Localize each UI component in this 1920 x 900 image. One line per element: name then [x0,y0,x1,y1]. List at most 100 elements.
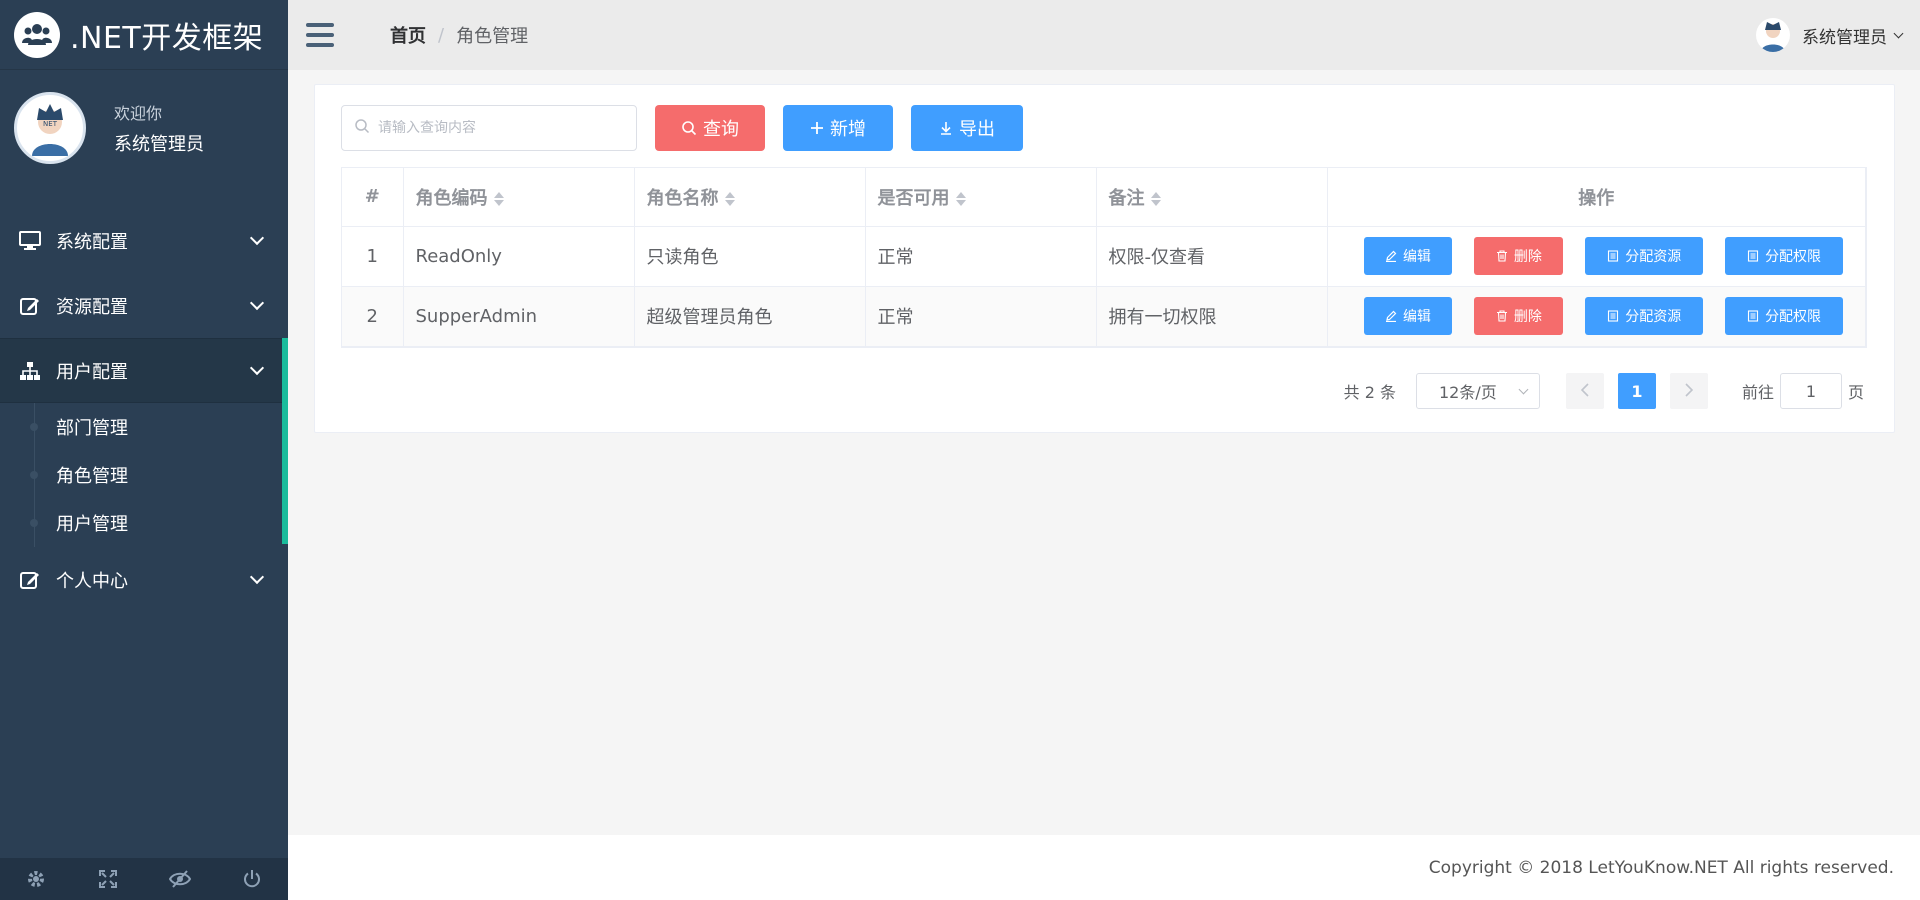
chevron-right-icon [1684,381,1694,402]
avatar [1756,18,1790,52]
search-icon [354,118,370,138]
fullscreen-icon[interactable] [96,867,120,891]
welcome-text: 欢迎你 [114,104,163,123]
cell-actions: 编辑 删除 分配资源 分配权限 [1327,286,1866,347]
breadcrumb: 首页 / 角色管理 [390,22,528,48]
column-header-remark[interactable]: 备注 [1096,168,1328,227]
user-name: 系统管理员 [114,134,204,155]
column-header-index: # [342,168,404,227]
cell-actions: 编辑 删除 分配资源 分配权限 [1327,226,1866,287]
active-indicator [282,338,288,544]
query-button-label: 查询 [703,119,739,139]
brand: .NET开发框架 [0,0,288,70]
assign-permission-button[interactable]: 分配权限 [1725,297,1843,335]
table-header-row: # 角色编码 角色名称 是否可用 备注 操作 [342,168,1866,227]
svg-text:NET: NET [43,120,58,128]
header-user-menu[interactable]: 系统管理员 [1756,18,1904,52]
page-size-value: 12条/页 [1438,383,1497,402]
sidebar-item-user-config[interactable]: 用户配置 [0,338,288,403]
edit-button[interactable]: 编辑 [1363,297,1453,335]
search-box [341,105,637,151]
eye-slash-icon[interactable] [168,867,192,891]
chevron-down-icon [249,230,265,245]
sidebar-item-role-management[interactable]: 角色管理 [30,451,288,499]
plus-icon [810,121,824,135]
next-page-button[interactable] [1669,373,1708,409]
toolbar: 查询 新增 导出 [341,105,1023,151]
sidebar-item-user-management[interactable]: 用户管理 [30,499,288,547]
pencil-icon [1385,310,1397,322]
sidebar-item-label: 个人中心 [56,570,128,592]
sitemap-icon [18,360,42,382]
page-number-current[interactable]: 1 [1617,373,1656,409]
cell-remark: 拥有一切权限 [1096,286,1328,347]
list-icon [1607,250,1619,262]
edit-button[interactable]: 编辑 [1363,237,1453,275]
export-button[interactable]: 导出 [911,105,1023,151]
header-user-name: 系统管理员 [1802,27,1887,48]
chevron-down-icon [1518,384,1529,394]
pagination-total: 共 2 条 [1343,383,1396,402]
sidebar-item-label: 资源配置 [56,296,128,318]
add-button[interactable]: 新增 [783,105,893,151]
search-icon [681,120,697,136]
sidebar-footer [0,858,288,900]
goto-page: 前往 页 [1742,373,1864,409]
page-size-select[interactable]: 12条/页 [1415,373,1540,409]
chevron-left-icon [1580,381,1590,402]
sidebar-menu: 系统配置 资源配置 用户配置 部门管理 角色管理 用户管理 个人中心 [0,208,288,612]
chevron-down-icon [249,569,265,584]
column-header-enabled[interactable]: 是否可用 [865,168,1097,227]
trash-icon [1496,250,1508,262]
list-icon [1607,310,1619,322]
cell-remark: 权限-仅查看 [1096,226,1328,287]
table-row: 2 SupperAdmin 超级管理员角色 正常 拥有一切权限 编辑 删除 分配… [342,286,1866,347]
cell-status: 正常 [865,226,1097,287]
sidebar-item-label: 用户配置 [56,361,128,383]
column-header-role-code[interactable]: 角色编码 [403,168,635,227]
avatar: NET [14,92,86,164]
trash-icon [1496,310,1508,322]
prev-page-button[interactable] [1565,373,1604,409]
roles-table: # 角色编码 角色名称 是否可用 备注 操作 1 ReadOnly 只读角色 正… [341,167,1867,348]
assign-resource-button[interactable]: 分配资源 [1585,237,1704,275]
sort-icon[interactable] [1150,191,1161,207]
sidebar-item-system-config[interactable]: 系统配置 [0,208,288,273]
power-icon[interactable] [240,867,264,891]
sidebar-item-resource-config[interactable]: 资源配置 [0,273,288,338]
chevron-down-icon [249,295,265,310]
breadcrumb-home[interactable]: 首页 [390,22,426,48]
column-header-role-name[interactable]: 角色名称 [634,168,866,227]
delete-button[interactable]: 删除 [1474,297,1564,335]
user-panel: NET 欢迎你 系统管理员 [0,70,288,186]
cell-index: 2 [342,286,404,347]
pencil-icon [1385,250,1397,262]
menu-toggle-icon[interactable] [306,23,334,47]
edit-icon [18,295,42,317]
cell-role-code: ReadOnly [403,226,635,287]
assign-permission-button[interactable]: 分配权限 [1725,237,1843,275]
cell-index: 1 [342,226,404,287]
assign-resource-button[interactable]: 分配资源 [1585,297,1704,335]
cell-role-name: 只读角色 [634,226,866,287]
gear-icon[interactable] [24,867,48,891]
top-header: 首页 / 角色管理 系统管理员 [288,0,1920,70]
list-icon [1747,310,1759,322]
search-input[interactable] [378,120,618,136]
sidebar-item-personal-center[interactable]: 个人中心 [0,547,288,612]
sidebar-item-label: 系统配置 [56,231,128,253]
goto-prefix: 前往 [1741,383,1774,402]
copyright-text: Copyright © 2018 LetYouKnow.NET All righ… [1428,857,1894,878]
delete-button[interactable]: 删除 [1474,237,1564,275]
chevron-down-icon [249,360,265,375]
sort-icon[interactable] [955,191,966,207]
add-button-label: 新增 [830,119,866,139]
goto-page-input[interactable] [1779,373,1842,409]
sort-icon[interactable] [493,191,504,207]
sort-icon[interactable] [724,191,735,207]
chevron-down-icon [1893,28,1904,38]
sidebar-item-dept-management[interactable]: 部门管理 [30,403,288,451]
breadcrumb-current: 角色管理 [456,26,529,47]
query-button[interactable]: 查询 [655,105,765,151]
content-card: 查询 新增 导出 # 角色编码 角色名称 是否可用 备注 操作 [314,84,1895,433]
